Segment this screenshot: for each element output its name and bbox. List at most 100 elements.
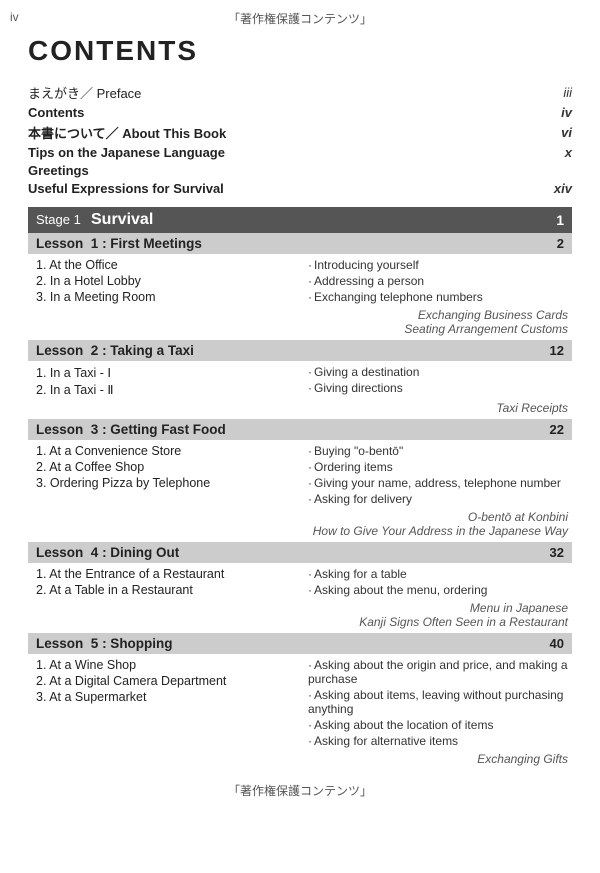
- lesson-word: Lesson: [36, 636, 83, 651]
- side-notes: O-bentō at KonbiniHow to Give Your Addre…: [28, 510, 572, 538]
- list-item: Asking about the location of items: [308, 718, 572, 732]
- lesson-section: Lesson 5 : Shopping 40 1. At a Wine Shop 2.…: [28, 633, 572, 766]
- intro-item-page: vi: [474, 121, 572, 143]
- lesson-word: Lesson: [36, 422, 83, 437]
- lesson-page: 12: [550, 343, 564, 358]
- stage-label: Stage 1: [36, 212, 81, 227]
- list-item: Asking about items, leaving without purc…: [308, 688, 572, 716]
- list-item: Asking about the menu, ordering: [308, 583, 572, 597]
- stage-page: 1: [556, 212, 564, 228]
- lesson-content: 1. In a Taxi - Ⅰ2. In a Taxi - ⅡGiving a…: [28, 365, 572, 399]
- intro-item-label: Contents: [28, 103, 474, 121]
- page-title: CONTENTS: [28, 35, 572, 67]
- side-note-item: Exchanging Gifts: [28, 752, 568, 766]
- stages-container: Stage 1 Survival1Lesson 1 : First Meetin…: [28, 207, 572, 766]
- lesson-desc: Introducing yourself Addressing a person E…: [300, 258, 572, 306]
- lesson-header: Lesson 5 : Shopping 40: [28, 633, 572, 654]
- intro-item-label: Useful Expressions for Survival: [28, 179, 474, 197]
- lesson-content: 1. At the Office2. In a Hotel Lobby3. In…: [28, 258, 572, 306]
- lesson-content: 1. At a Convenience Store 2. At a Coffee …: [28, 444, 572, 508]
- lesson-num: 5: [91, 636, 99, 651]
- lesson-desc: Asking about the origin and price, and m…: [300, 658, 572, 750]
- list-item: Asking about the origin and price, and m…: [308, 658, 572, 686]
- lesson-page: 40: [550, 636, 564, 651]
- lesson-page: 22: [550, 422, 564, 437]
- lesson-section: Lesson 4 : Dining Out 32 1. At the Entranc…: [28, 542, 572, 629]
- lesson-title: : First Meetings: [102, 236, 202, 251]
- lesson-page: 32: [550, 545, 564, 560]
- side-note-item: Exchanging Business Cards: [28, 308, 568, 322]
- intro-item-page: [474, 161, 572, 179]
- lesson-title: : Dining Out: [102, 545, 179, 560]
- lesson-word: Lesson: [36, 545, 83, 560]
- lesson-section: Lesson 1 : First Meetings21. At the Offi…: [28, 233, 572, 336]
- lesson-word: Lesson: [36, 236, 83, 251]
- list-item: Buying "o-bentō": [308, 444, 572, 458]
- lesson-desc: Asking for a table Asking about the menu,…: [300, 567, 572, 599]
- lesson-title: : Taking a Taxi: [102, 343, 194, 358]
- side-note-item: Seating Arrangement Customs: [28, 322, 568, 336]
- list-item: Asking for alternative items: [308, 734, 572, 748]
- page-number: iv: [10, 10, 19, 24]
- lesson-content: 1. At the Entrance of a Restaurant 2. At …: [28, 567, 572, 599]
- list-item: Exchanging telephone numbers: [308, 290, 572, 304]
- lesson-header-label: Lesson 5 : Shopping: [36, 636, 173, 651]
- list-item: 1. At a Convenience Store: [36, 444, 300, 458]
- list-item: 1. In a Taxi - Ⅰ: [36, 365, 300, 380]
- list-item: 2. In a Hotel Lobby: [36, 274, 300, 288]
- bottom-watermark: 「著作権保護コンテンツ」: [28, 782, 572, 799]
- lesson-num: 1: [91, 236, 99, 251]
- stage-header: Stage 1 Survival 1: [28, 207, 572, 233]
- side-note-item: How to Give Your Address in the Japanese…: [28, 524, 568, 538]
- lesson-num: 3: [91, 422, 99, 437]
- side-notes: Menu in JapaneseKanji Signs Often Seen i…: [28, 601, 572, 629]
- lesson-header-label: Lesson 3 : Getting Fast Food: [36, 422, 226, 437]
- list-item: 1. At a Wine Shop: [36, 658, 300, 672]
- lesson-header-label: Lesson 4 : Dining Out: [36, 545, 179, 560]
- lesson-header-label: Lesson 2 : Taking a Taxi: [36, 343, 194, 358]
- lesson-title: : Shopping: [102, 636, 172, 651]
- lesson-desc: Buying "o-bentō"Ordering itemsGiving you…: [300, 444, 572, 508]
- lesson-section: Lesson 3 : Getting Fast Food 22 1. At a Co…: [28, 419, 572, 538]
- list-item: 1. At the Office: [36, 258, 300, 272]
- list-item: Addressing a person: [308, 274, 572, 288]
- lesson-content: 1. At a Wine Shop 2. At a Digital Camera …: [28, 658, 572, 750]
- lesson-title: : Getting Fast Food: [102, 422, 226, 437]
- list-item: 2. At a Table in a Restaurant: [36, 583, 300, 597]
- page-wrapper: iv 「著作権保護コンテンツ」 CONTENTS まえがき／ Prefaceii…: [0, 0, 600, 873]
- list-item: Asking for a table: [308, 567, 572, 581]
- lesson-section: Lesson 2 : Taking a Taxi 12 1. In a Taxi -…: [28, 340, 572, 415]
- lesson-header: Lesson 4 : Dining Out 32: [28, 542, 572, 563]
- lesson-items: 1. At a Wine Shop 2. At a Digital Camera …: [28, 658, 300, 750]
- intro-item-label: まえがき／ Preface: [28, 81, 474, 103]
- side-note-item: Kanji Signs Often Seen in a Restaurant: [28, 615, 568, 629]
- lesson-items: 1. At the Entrance of a Restaurant 2. At …: [28, 567, 300, 599]
- intro-item-page: x: [474, 143, 572, 161]
- lesson-desc: Giving a destination Giving directions: [300, 365, 572, 399]
- intro-item-page: xiv: [474, 179, 572, 197]
- stage-label-title: Stage 1 Survival: [36, 211, 153, 229]
- list-item: Introducing yourself: [308, 258, 572, 272]
- top-watermark: 「著作権保護コンテンツ」: [28, 10, 572, 27]
- list-item: Giving directions: [308, 381, 572, 395]
- intro-item-page: iii: [474, 81, 572, 103]
- intro-item-label: 本書について／ About This Book: [28, 121, 474, 143]
- list-item: 2. At a Coffee Shop: [36, 460, 300, 474]
- side-notes: Exchanging Business CardsSeating Arrange…: [28, 308, 572, 336]
- lesson-items: 1. In a Taxi - Ⅰ 2. In a Taxi - Ⅱ: [28, 365, 300, 399]
- lesson-header: Lesson 3 : Getting Fast Food 22: [28, 419, 572, 440]
- lesson-header: Lesson 2 : Taking a Taxi 12: [28, 340, 572, 361]
- list-item: Giving a destination: [308, 365, 572, 379]
- list-item: 3. At a Supermarket: [36, 690, 300, 704]
- lesson-num: 4: [91, 545, 99, 560]
- side-notes: Exchanging Gifts: [28, 752, 572, 766]
- lesson-word: Lesson: [36, 343, 83, 358]
- list-item: 2. At a Digital Camera Department: [36, 674, 300, 688]
- list-item: 2. In a Taxi - Ⅱ: [36, 382, 300, 397]
- side-note-item: Menu in Japanese: [28, 601, 568, 615]
- list-item: 1. At the Entrance of a Restaurant: [36, 567, 300, 581]
- lesson-num: 2: [91, 343, 99, 358]
- side-note-item: O-bentō at Konbini: [28, 510, 568, 524]
- side-note-item: Taxi Receipts: [28, 401, 568, 415]
- stage-title: Survival: [91, 211, 153, 228]
